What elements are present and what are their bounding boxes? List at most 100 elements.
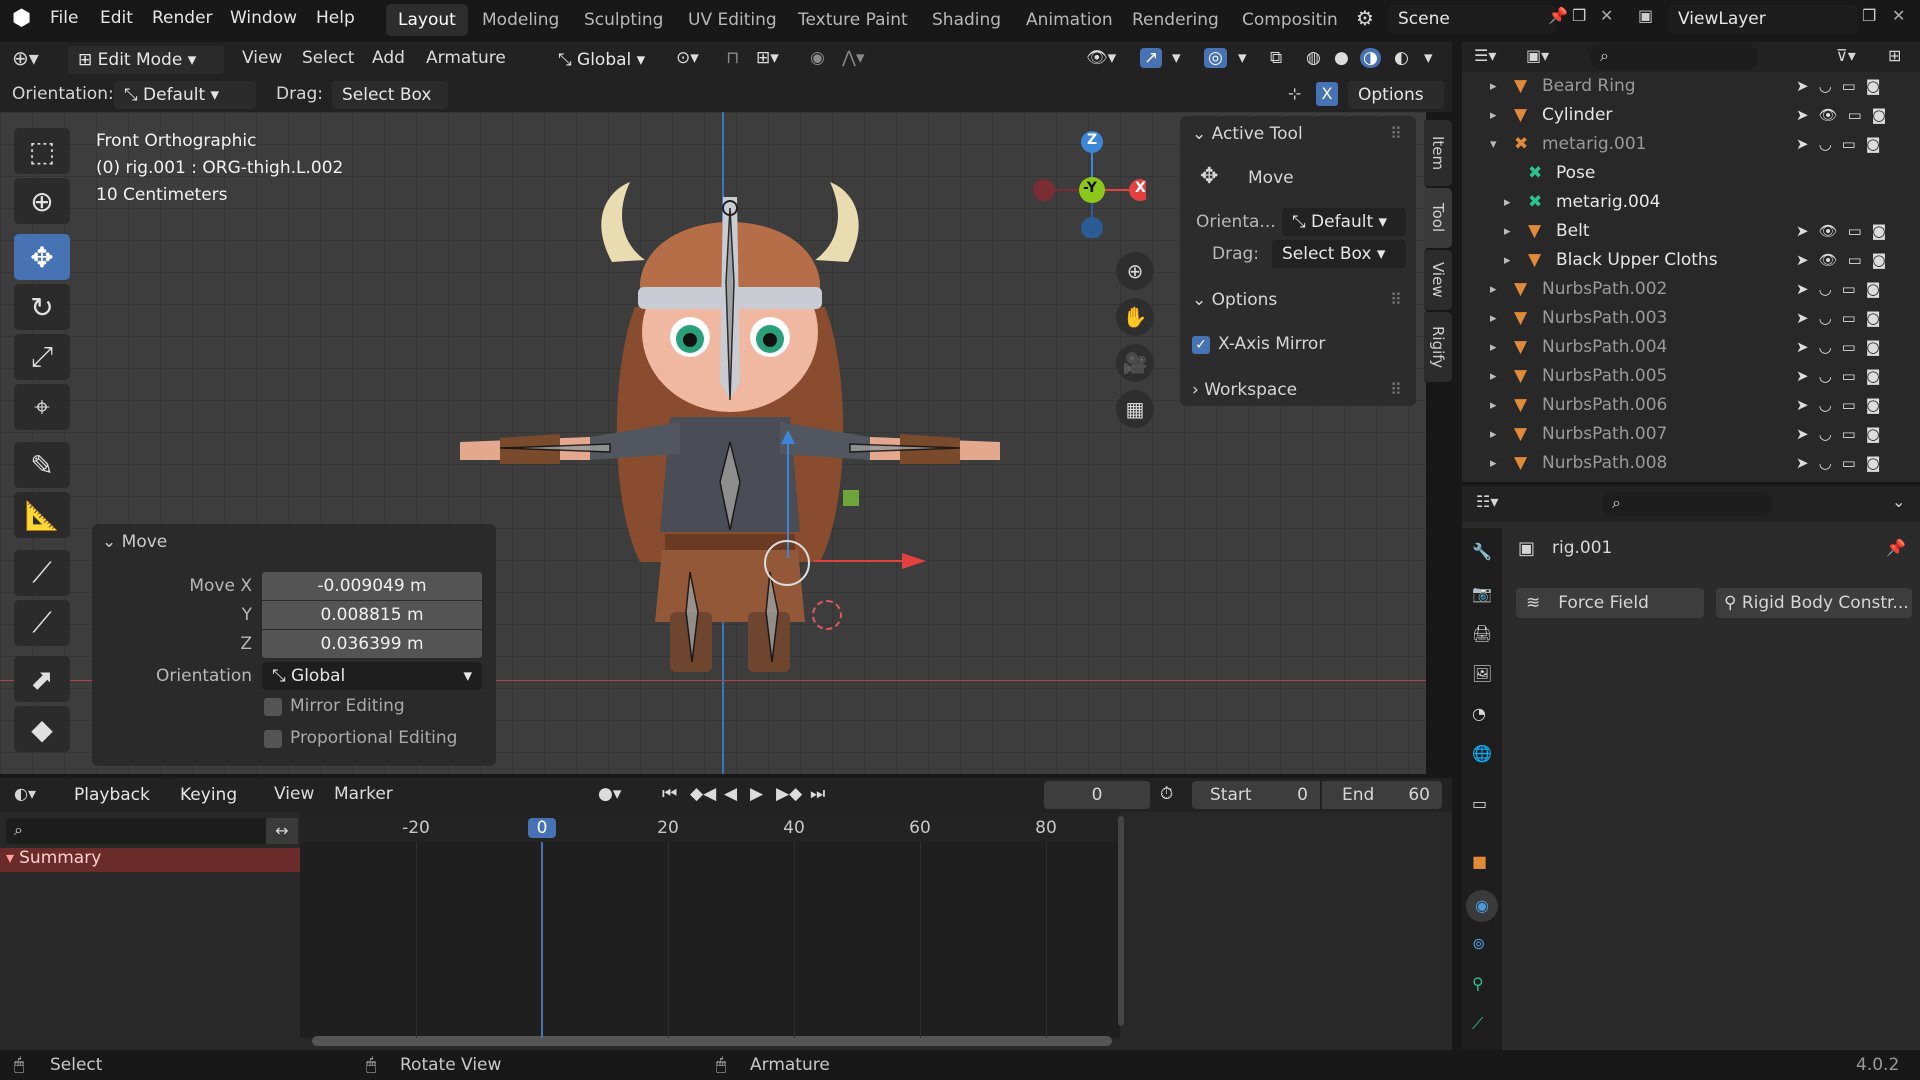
visibility-toggles-icon[interactable]: ➤◡▭◙ xyxy=(1796,333,1890,362)
record-icon[interactable]: ●▾ xyxy=(598,784,621,804)
shading-dropdown-icon[interactable]: ▾ xyxy=(1424,48,1433,68)
move-gizmo-x[interactable] xyxy=(814,560,914,562)
keying-dropdown[interactable]: Keying ▾ xyxy=(170,781,260,833)
start-frame-field[interactable]: Start 0 xyxy=(1192,781,1320,809)
editor-type-icon[interactable]: ◐▾ xyxy=(14,784,36,803)
expand-arrow-icon[interactable]: ▸ xyxy=(1490,101,1497,130)
move-y-field[interactable]: 0.008815 m xyxy=(262,601,482,629)
view-layer-field[interactable]: ViewLayer xyxy=(1668,5,1858,33)
visibility-toggles-icon[interactable]: ➤👁▭◙ xyxy=(1796,101,1896,130)
wireframe-shading-icon[interactable]: ◍ xyxy=(1306,48,1321,68)
visibility-toggles-icon[interactable]: ➤◡▭◙ xyxy=(1796,449,1890,478)
tab-sculpting[interactable]: Sculpting xyxy=(572,4,675,36)
editor-type-icon[interactable]: ⊕▾ xyxy=(12,46,39,70)
expand-arrow-icon[interactable]: ▸ xyxy=(1490,420,1497,449)
outliner-row[interactable]: ▸ ▼ NurbsPath.008 ➤◡▭◙ xyxy=(1462,449,1920,478)
options-dropdown-icon[interactable]: ⌄ xyxy=(1892,492,1905,511)
play-reverse-icon[interactable]: ◀ xyxy=(724,784,737,804)
visibility-toggles-icon[interactable]: ➤◡▭◙ xyxy=(1796,130,1890,159)
timeline-scrollbar[interactable] xyxy=(312,1036,1112,1046)
proportional-icon[interactable]: ◉ xyxy=(810,48,825,68)
workspace-header[interactable]: › Workspace xyxy=(1192,380,1297,400)
armature-tab-icon[interactable]: ⚲ xyxy=(1472,974,1484,993)
scale-tool-icon[interactable]: ⤢ xyxy=(14,334,70,380)
solid-shading-icon[interactable]: ● xyxy=(1334,48,1349,68)
editor-type-icon[interactable]: ☷▾ xyxy=(1476,492,1498,511)
menu-render[interactable]: Render xyxy=(152,8,213,28)
playback-dropdown[interactable]: Playback ▾ xyxy=(64,781,168,833)
bone-tab-icon[interactable]: ⟋ xyxy=(1472,1014,1483,1034)
menu-help[interactable]: Help xyxy=(316,8,355,28)
view-layer-icon[interactable]: ▣ xyxy=(1638,6,1653,25)
scene-icon[interactable]: ⚙ xyxy=(1356,6,1374,30)
operator-header[interactable]: ⌄ Move xyxy=(102,532,167,552)
outliner-row[interactable]: ▸ ▼ NurbsPath.006 ➤◡▭◙ xyxy=(1462,391,1920,420)
collection-tab-icon[interactable]: ▭ xyxy=(1472,794,1487,813)
tab-tool[interactable]: Tool xyxy=(1424,188,1452,248)
gizmo-toggle-icon[interactable]: ↗ xyxy=(1140,48,1163,68)
expand-arrow-icon[interactable]: ▸ xyxy=(1490,391,1497,420)
tab-modeling[interactable]: Modeling xyxy=(470,4,571,36)
close-scene-icon[interactable]: ✕ xyxy=(1600,6,1613,25)
outliner-search-input[interactable]: ⌕ xyxy=(1590,44,1758,70)
new-scene-icon[interactable]: ❐ xyxy=(1572,6,1586,25)
menu-marker[interactable]: Marker xyxy=(334,784,393,804)
view-layer-tab-icon[interactable]: 🖼 xyxy=(1472,664,1492,683)
tab-layout[interactable]: Layout xyxy=(386,4,468,36)
force-field-button[interactable]: ≋ Force Field xyxy=(1516,588,1704,618)
visibility-toggles-icon[interactable]: ➤👁▭◙ xyxy=(1796,217,1896,246)
visibility-toggles-icon[interactable]: ➤◡▭◙ xyxy=(1796,72,1890,101)
zoom-icon[interactable]: ⊕ xyxy=(1116,252,1154,290)
orientation-dropdown[interactable]: ⤡ Default ▾ xyxy=(1282,208,1406,236)
menu-view[interactable]: View xyxy=(274,784,314,804)
x-mirror-toggle[interactable]: X xyxy=(1316,82,1338,106)
options-header[interactable]: ⌄ Options xyxy=(1192,290,1277,310)
expand-arrow-icon[interactable]: ▸ xyxy=(1490,449,1497,478)
visibility-toggles-icon[interactable]: ➤◡▭◙ xyxy=(1796,420,1890,449)
visibility-toggles-icon[interactable]: ➤◡▭◙ xyxy=(1796,275,1890,304)
properties-search-input[interactable]: ⌕ xyxy=(1602,491,1772,517)
pin-icon[interactable]: 📌 xyxy=(1886,538,1906,557)
orientation-dropdown[interactable]: ⤡ Default ▾ xyxy=(114,81,256,109)
expand-arrow-icon[interactable]: ▸ xyxy=(1490,333,1497,362)
prev-keyframe-icon[interactable]: ◆◀ xyxy=(690,784,716,804)
drag-dropdown[interactable]: Select Box ▾ xyxy=(332,81,448,133)
rotate-tool-icon[interactable]: ↻ xyxy=(14,284,70,330)
orientation-dropdown[interactable]: ⤡ Global ▾ xyxy=(262,662,482,690)
visibility-toggles-icon[interactable]: ➤◡▭◙ xyxy=(1796,304,1890,333)
editor-type-icon[interactable]: ☰▾ xyxy=(1474,46,1496,65)
outliner-row[interactable]: ▸ ▼ NurbsPath.002 ➤◡▭◙ xyxy=(1462,275,1920,304)
play-icon[interactable]: ▶ xyxy=(750,784,763,804)
outliner-row[interactable]: ▸ ▼ NurbsPath.007 ➤◡▭◙ xyxy=(1462,420,1920,449)
cursor-tool-icon[interactable]: ⊕ xyxy=(14,178,70,224)
drag-handle-icon[interactable]: ⠿ xyxy=(1390,290,1402,309)
scene-tab-icon[interactable]: ◔ xyxy=(1472,704,1486,723)
render-tab-icon[interactable]: 📷 xyxy=(1472,584,1492,603)
ortho-grid-icon[interactable]: ▦ xyxy=(1116,390,1154,428)
menu-view[interactable]: View xyxy=(242,48,282,68)
pan-hand-icon[interactable]: ✋ xyxy=(1116,298,1154,336)
material-shading-icon[interactable]: ◑ xyxy=(1360,48,1381,68)
bone-size-tool-icon[interactable]: ⟋ xyxy=(14,550,70,596)
new-collection-icon[interactable]: ⊞ xyxy=(1888,46,1901,65)
options-dropdown[interactable]: Options ▾ xyxy=(1348,81,1444,133)
rigid-body-constraint-button[interactable]: ⚲ Rigid Body Constr... xyxy=(1716,588,1912,618)
snap-target-icon[interactable]: ⊞▾ xyxy=(756,48,779,68)
measure-tool-icon[interactable]: 📐 xyxy=(14,492,70,538)
visibility-toggles-icon[interactable]: ➤◡▭◙ xyxy=(1796,391,1890,420)
overlay-toggle-icon[interactable]: ◎ xyxy=(1204,48,1227,68)
select-box-tool-icon[interactable]: ⬚ xyxy=(14,128,70,174)
end-frame-field[interactable]: End 60 xyxy=(1322,781,1442,809)
rendered-shading-icon[interactable]: ◐ xyxy=(1394,48,1409,68)
output-tab-icon[interactable]: 🖨 xyxy=(1472,624,1492,643)
move-gizmo-z-arrow[interactable] xyxy=(781,430,795,444)
outliner-row[interactable]: ▸ ▼ Black Upper Cloths ➤👁▭◙ xyxy=(1462,246,1920,275)
bone-envelope-tool-icon[interactable]: ⟋ xyxy=(14,600,70,646)
pivot-icon[interactable]: ⊙▾ xyxy=(676,48,699,68)
visibility-toggles-icon[interactable]: ➤👁▭◙ xyxy=(1796,246,1896,275)
transform-orientation-dropdown[interactable]: ⤡ Global ▾ xyxy=(548,46,662,74)
visibility-toggles-icon[interactable]: ➤◡▭◙ xyxy=(1796,362,1890,391)
overlay-dropdown-icon[interactable]: ▾ xyxy=(1238,48,1247,68)
playhead-line[interactable] xyxy=(541,842,543,1038)
menu-window[interactable]: Window xyxy=(230,8,297,28)
